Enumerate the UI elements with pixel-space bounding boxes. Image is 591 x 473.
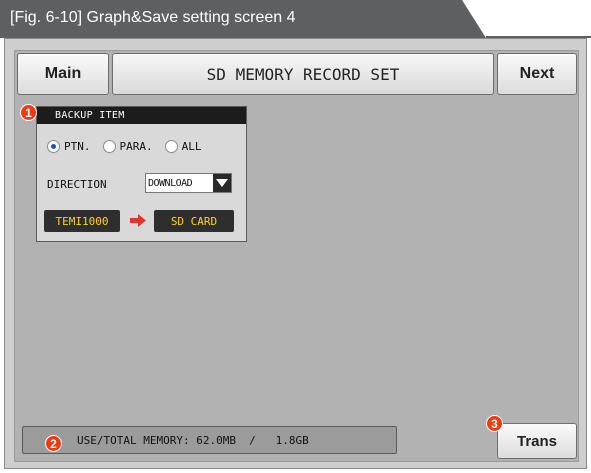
device-screen: Main SD MEMORY RECORD SET Next BACKUP IT… <box>14 50 579 462</box>
radio-all[interactable]: ALL <box>164 140 202 153</box>
transfer-arrow-icon <box>130 214 146 232</box>
backup-item-title: BACKUP ITEM <box>37 107 246 124</box>
radio-ptn-label: PTN. <box>64 140 91 153</box>
callout-badge-3: 3 <box>486 415 503 432</box>
radio-selected-icon <box>47 140 60 153</box>
radio-unselected-icon <box>102 140 116 153</box>
memory-status-bar: USE/TOTAL MEMORY: 62.0MB / 1.8GB <box>22 426 397 454</box>
radio-para-label: PARA. <box>119 140 153 153</box>
backup-item-panel: BACKUP ITEM PTN. PARA. ALL DIRECTION DOW… <box>36 106 247 242</box>
dropdown-arrow-icon[interactable] <box>213 174 231 192</box>
header-bar: Main SD MEMORY RECORD SET Next <box>15 51 580 99</box>
direction-value: DOWNLOAD <box>148 177 193 189</box>
main-button[interactable]: Main <box>17 53 109 95</box>
direction-label: DIRECTION <box>47 178 107 191</box>
figure-caption: [Fig. 6-10] Graph&Save setting screen 4 <box>0 0 486 38</box>
source-chip: TEMI1000 <box>44 210 120 232</box>
device-frame: Main SD MEMORY RECORD SET Next BACKUP IT… <box>4 38 587 469</box>
destination-chip: SD CARD <box>154 210 234 232</box>
backup-item-radio-group: PTN. PARA. ALL <box>47 140 214 153</box>
radio-ptn[interactable]: PTN. <box>47 140 91 153</box>
radio-unselected-icon <box>164 140 178 153</box>
screen-title: SD MEMORY RECORD SET <box>112 53 494 95</box>
trans-button[interactable]: Trans <box>497 423 577 459</box>
radio-para[interactable]: PARA. <box>102 140 153 153</box>
direction-select[interactable]: DOWNLOAD <box>145 173 232 193</box>
radio-all-label: ALL <box>181 140 202 153</box>
callout-badge-1: 1 <box>20 104 37 121</box>
memory-status-text: USE/TOTAL MEMORY: 62.0MB / 1.8GB <box>77 433 309 447</box>
callout-badge-2: 2 <box>45 435 62 452</box>
next-button[interactable]: Next <box>497 53 577 95</box>
